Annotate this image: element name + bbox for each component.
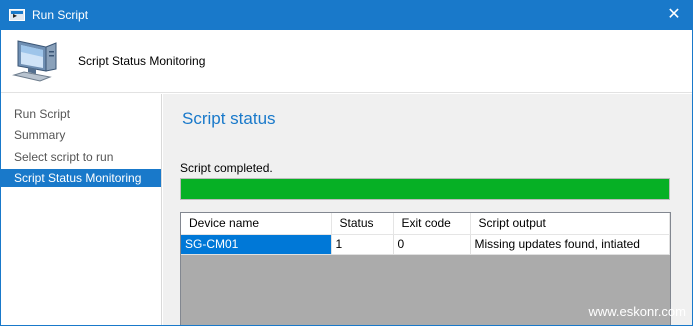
header-title: Script Status Monitoring [78,54,206,68]
title-bar: Run Script ✕ [1,1,692,30]
progress-fill [181,179,669,199]
run-script-dialog: Run Script ✕ Script Status Monitoring Ru… [0,0,693,326]
sidebar-item-script-status-monitoring[interactable]: Script Status Monitoring [1,169,161,187]
wizard-header: Script Status Monitoring [1,30,692,93]
wizard-sidebar: Run Script Summary Select script to run … [1,94,162,325]
sidebar-item-run-script[interactable]: Run Script [1,105,161,123]
watermark-text: www.eskonr.com [588,304,686,319]
cell-exit-code[interactable]: 0 [393,234,471,255]
results-table: Device name Status Exit code Script outp… [181,213,670,255]
cell-script-output[interactable]: Missing updates found, intiated [470,234,670,255]
sidebar-item-select-script[interactable]: Select script to run [1,148,161,166]
sidebar-item-summary[interactable]: Summary [1,126,161,144]
column-header-script-output[interactable]: Script output [470,213,670,235]
page-title: Script status [182,109,276,128]
progress-bar [180,178,670,200]
cell-status[interactable]: 1 [331,234,394,255]
window-title: Run Script [32,8,89,22]
main-content: Script status Script completed. Device n… [163,94,692,325]
column-header-status[interactable]: Status [331,213,394,235]
computer-icon [12,40,57,82]
close-icon[interactable]: ✕ [660,3,688,27]
column-header-exit-code[interactable]: Exit code [393,213,471,235]
window-icon [9,9,25,21]
column-header-device-name[interactable]: Device name [181,213,332,235]
status-text: Script completed. [180,161,273,175]
cell-device-name[interactable]: SG-CM01 [181,234,332,255]
table-row[interactable]: SG-CM01 1 0 Missing updates found, intia… [181,234,670,255]
table-header-row: Device name Status Exit code Script outp… [181,213,670,235]
